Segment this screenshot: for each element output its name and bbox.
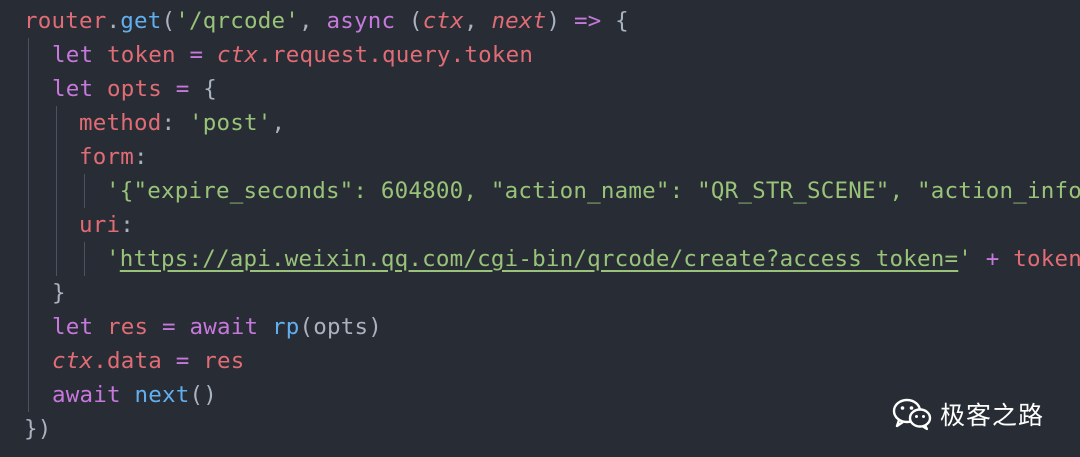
indent-guide (28, 276, 29, 310)
token-res-var: res (93, 314, 149, 340)
token-comma-2: , (463, 8, 492, 34)
token-async: async (326, 8, 396, 34)
token-param-ctx: ctx (422, 8, 464, 34)
indent-guide (28, 378, 29, 412)
token-token-var: token (1013, 246, 1080, 272)
token-form-json-string: '{"expire_seconds": 604800, "action_name… (106, 178, 1080, 204)
token-opts-var: opts (93, 76, 162, 102)
token-comma: , (271, 110, 286, 136)
token-brace-open: { (203, 76, 217, 102)
indent-guide (56, 174, 57, 208)
code-line-2: let token = ctx.request.query.token (0, 38, 1080, 72)
indent-guide (84, 242, 85, 276)
token-await: await (189, 314, 259, 340)
token-path-string: '/qrcode' (175, 8, 299, 34)
token-post-string: 'post' (188, 110, 272, 136)
token-equals: = (175, 42, 217, 68)
token-comma: , (298, 8, 327, 34)
indent-guide (28, 140, 29, 174)
token-brace-close: } (52, 280, 66, 306)
token-token-var: token (93, 42, 176, 68)
token-param-next: next (491, 8, 547, 34)
token-rp-args: (opts) (299, 314, 382, 340)
indent-guide (28, 38, 29, 72)
indent-guide (56, 140, 57, 174)
token-paren-close: ) (546, 8, 574, 34)
code-line-9: } (0, 276, 1080, 310)
token-dot: . (106, 8, 121, 34)
code-line-3: let opts = { (0, 72, 1080, 106)
token-brace-open: { (601, 8, 629, 34)
watermark: 极客之路 (892, 394, 1044, 434)
token-colon: : (134, 144, 148, 170)
token-router: router (24, 8, 107, 34)
token-method-key: method (79, 110, 162, 136)
indent-guide (28, 174, 29, 208)
indent-guide (28, 344, 29, 378)
token-form-key: form (79, 144, 134, 170)
indent-guide (28, 106, 29, 140)
token-arrow: => (573, 8, 602, 34)
code-line-7: uri: (0, 208, 1080, 242)
token-rp-call: rp (258, 314, 300, 340)
token-let: let (52, 42, 94, 68)
code-line-1: router.get('/qrcode', async (ctx, next) … (0, 4, 1080, 38)
token-ctx: ctx (52, 348, 94, 374)
indent-guide (28, 72, 29, 106)
token-await: await (52, 382, 121, 408)
token-plus: + (972, 246, 1014, 272)
token-next-args: () (189, 382, 217, 408)
token-space-paren: ( (395, 8, 423, 34)
indent-guide (56, 106, 57, 140)
token-let: let (52, 314, 94, 340)
token-get: get (120, 8, 162, 34)
wechat-icon (892, 398, 932, 431)
code-line-4: method: 'post', (0, 106, 1080, 140)
token-data-prop: .data (93, 348, 162, 374)
indent-guide (84, 174, 85, 208)
token-equals: = (148, 314, 190, 340)
indent-guide (28, 310, 29, 344)
token-colon: : (161, 110, 189, 136)
indent-guide (56, 242, 57, 276)
code-line-10: let res = await rp(opts) (0, 310, 1080, 344)
token-uri-key: uri (79, 212, 121, 238)
token-close-call: }) (24, 416, 52, 442)
code-block: router.get('/qrcode', async (ctx, next) … (0, 4, 1080, 446)
indent-guide (28, 208, 29, 242)
indent-guide (28, 242, 29, 276)
token-ctx: ctx (216, 42, 259, 68)
code-line-11: ctx.data = res (0, 344, 1080, 378)
token-equals: = (161, 76, 204, 102)
code-editor[interactable]: router.get('/qrcode', async (ctx, next) … (0, 0, 1080, 457)
code-line-6: '{"expire_seconds": 604800, "action_name… (0, 174, 1080, 208)
token-paren-open: ( (161, 8, 176, 34)
token-colon: : (120, 212, 134, 238)
token-let: let (52, 76, 94, 102)
token-equals: = (161, 348, 204, 374)
token-quote-open: ' (106, 246, 120, 272)
code-line-8: 'https://api.weixin.qq.com/cgi-bin/qrcod… (0, 242, 1080, 276)
token-request-query-token: .request.query.token (258, 42, 534, 68)
token-next-call: next (120, 382, 190, 408)
url-link[interactable]: https://api.weixin.qq.com/cgi-bin/qrcode… (120, 246, 959, 272)
token-res-var: res (203, 348, 245, 374)
code-line-5: form: (0, 140, 1080, 174)
watermark-label: 极客之路 (940, 401, 1045, 430)
token-quote-close: ' (958, 246, 973, 272)
indent-guide (56, 208, 57, 242)
